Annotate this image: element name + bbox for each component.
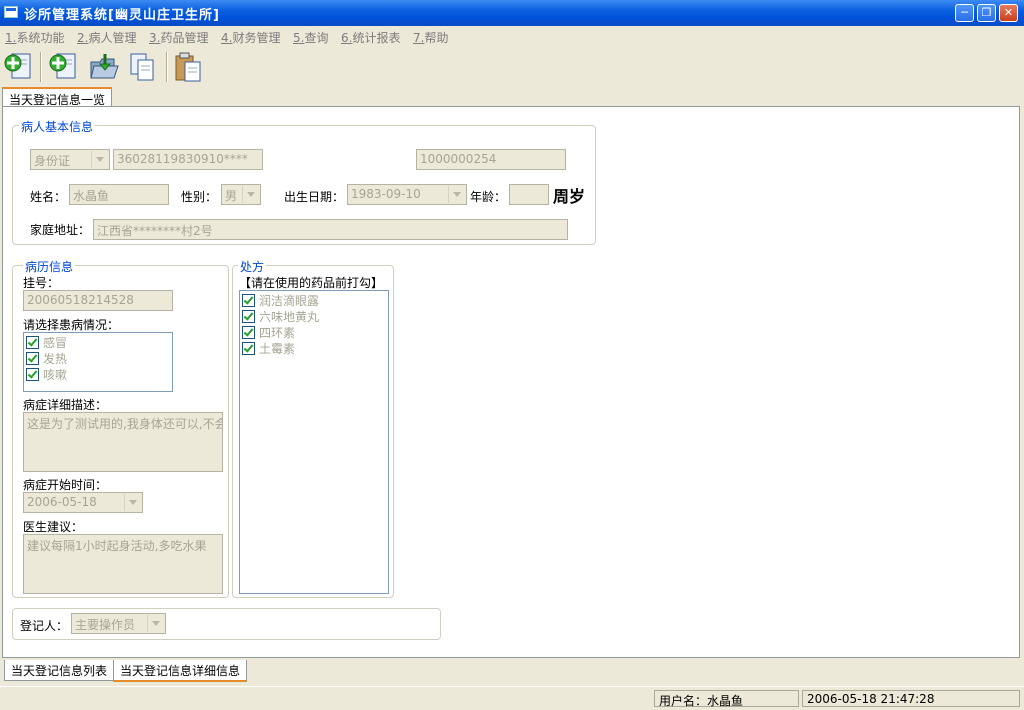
registrar-select[interactable]: 主要操作员 [71, 613, 166, 634]
condition-checkbox[interactable]: 发热 [26, 350, 67, 366]
address-field[interactable]: 江西省********村2号 [93, 219, 568, 240]
check-icon[interactable] [26, 352, 39, 365]
description-textarea[interactable]: 这是为了测试用的,我身体还可以,不会 [23, 412, 223, 472]
menu-system[interactable]: 1.系统功能 [5, 29, 64, 46]
tab-today-overview[interactable]: 当天登记信息一览 [2, 87, 113, 107]
description-label: 病症详细描述： [23, 398, 108, 412]
name-label: 姓名： [30, 190, 67, 204]
chevron-down-icon[interactable] [147, 615, 164, 632]
chevron-down-icon[interactable] [91, 151, 108, 168]
history-legend: 病历信息 [23, 258, 76, 275]
name-field[interactable]: 水晶鱼 [69, 184, 169, 205]
toolbar-separator [40, 52, 42, 82]
title-bar: 诊所管理系统[幽灵山庄卫生所] ─ ❐ ✕ [0, 0, 1024, 26]
app-window-icon [4, 6, 18, 18]
tab-today-detail[interactable]: 当天登记信息详细信息 [113, 660, 248, 682]
import-folder-icon[interactable] [88, 50, 120, 84]
menu-drug[interactable]: 3.药品管理 [149, 29, 208, 46]
condition-checkbox[interactable]: 感冒 [26, 334, 67, 350]
gender-select[interactable]: 男 [221, 184, 261, 205]
chevron-down-icon[interactable] [242, 186, 259, 203]
tab-today-list[interactable]: 当天登记信息列表 [4, 660, 115, 681]
condition-checkbox[interactable]: 咳嗽 [26, 366, 67, 382]
registrar-group: 登记人： 主要操作员 [12, 608, 441, 640]
check-icon[interactable] [242, 342, 255, 355]
status-user: 用户名：水晶鱼 [654, 690, 799, 708]
basic-info-legend: 病人基本信息 [19, 118, 96, 135]
advice-textarea[interactable]: 建议每隔1小时起身活动,多吃水果 [23, 534, 223, 594]
restore-button[interactable]: ❐ [977, 4, 996, 22]
chevron-down-icon[interactable] [448, 186, 465, 203]
condition-label: 请选择患病情况： [23, 318, 120, 332]
registration-number-field[interactable]: 20060518214528 [23, 290, 173, 311]
advice-label: 医生建议： [23, 520, 84, 534]
window-title: 诊所管理系统[幽灵山庄卫生所] [24, 8, 220, 23]
toolbar-separator [166, 52, 168, 82]
drug-checkbox[interactable]: 土霉素 [242, 340, 295, 356]
add-patient-icon[interactable] [3, 50, 35, 84]
menu-query[interactable]: 5.查询 [293, 29, 328, 46]
age-label: 年龄： [470, 190, 507, 204]
menu-help[interactable]: 7.帮助 [413, 29, 448, 46]
copy-document-icon[interactable] [127, 50, 159, 84]
menu-patient[interactable]: 2.病人管理 [77, 29, 136, 46]
chevron-down-icon[interactable] [124, 494, 141, 511]
dob-label: 出生日期： [284, 190, 345, 204]
check-icon[interactable] [26, 336, 39, 349]
dob-picker[interactable]: 1983-09-10 [347, 184, 467, 205]
check-icon[interactable] [242, 310, 255, 323]
toolbar [0, 46, 1024, 86]
status-datetime: 2006-05-18 21:47:28 [802, 690, 1020, 707]
registrar-label: 登记人： [20, 619, 69, 633]
menu-bar: 1.系统功能 2.病人管理 3.药品管理 4.财务管理 5.查询 6.统计报表 … [0, 26, 1024, 46]
prescription-hint: 【请在使用的药品前打勾】 [239, 276, 384, 290]
id-number-field[interactable]: 36028119830910**** [113, 149, 263, 170]
paste-clipboard-icon[interactable] [173, 50, 205, 84]
record-number-field[interactable]: 1000000254 [416, 149, 566, 170]
drug-checkbox[interactable]: 润洁滴眼露 [242, 292, 319, 308]
age-field[interactable] [509, 184, 549, 205]
gender-label: 性别： [181, 190, 218, 204]
registration-label: 挂号： [23, 276, 60, 290]
address-label: 家庭地址： [30, 223, 91, 237]
start-date-picker[interactable]: 2006-05-18 [23, 492, 143, 513]
medical-history-group: 病历信息 挂号： 20060518214528 请选择患病情况： 感冒 发热 咳… [12, 258, 229, 598]
menu-finance[interactable]: 4.财务管理 [221, 29, 280, 46]
check-icon[interactable] [26, 368, 39, 381]
check-icon[interactable] [242, 294, 255, 307]
condition-checklist[interactable]: 感冒 发热 咳嗽 [23, 332, 173, 392]
prescription-group: 处方 【请在使用的药品前打勾】 润洁滴眼露 六味地黄丸 四环素 土霉素 [232, 258, 394, 598]
minimize-button[interactable]: ─ [955, 4, 974, 22]
close-button[interactable]: ✕ [999, 4, 1018, 22]
drug-checklist[interactable]: 润洁滴眼露 六味地黄丸 四环素 土霉素 [239, 290, 389, 594]
id-type-select[interactable]: 身份证 [30, 149, 110, 170]
check-icon[interactable] [242, 326, 255, 339]
status-bar: 用户名：水晶鱼 2006-05-18 21:47:28 [0, 686, 1024, 710]
start-time-label: 病症开始时间： [23, 478, 108, 492]
menu-reports[interactable]: 6.统计报表 [341, 29, 400, 46]
content-panel: 病人基本信息 身份证 36028119830910**** 1000000254… [2, 106, 1020, 658]
drug-checkbox[interactable]: 四环素 [242, 324, 295, 340]
prescription-legend: 处方 [238, 258, 267, 275]
add-record-icon[interactable] [48, 50, 80, 84]
patient-basic-info-group: 病人基本信息 身份证 36028119830910**** 1000000254… [12, 118, 596, 245]
age-unit-label: 周岁 [553, 187, 586, 206]
drug-checkbox[interactable]: 六味地黄丸 [242, 308, 319, 324]
